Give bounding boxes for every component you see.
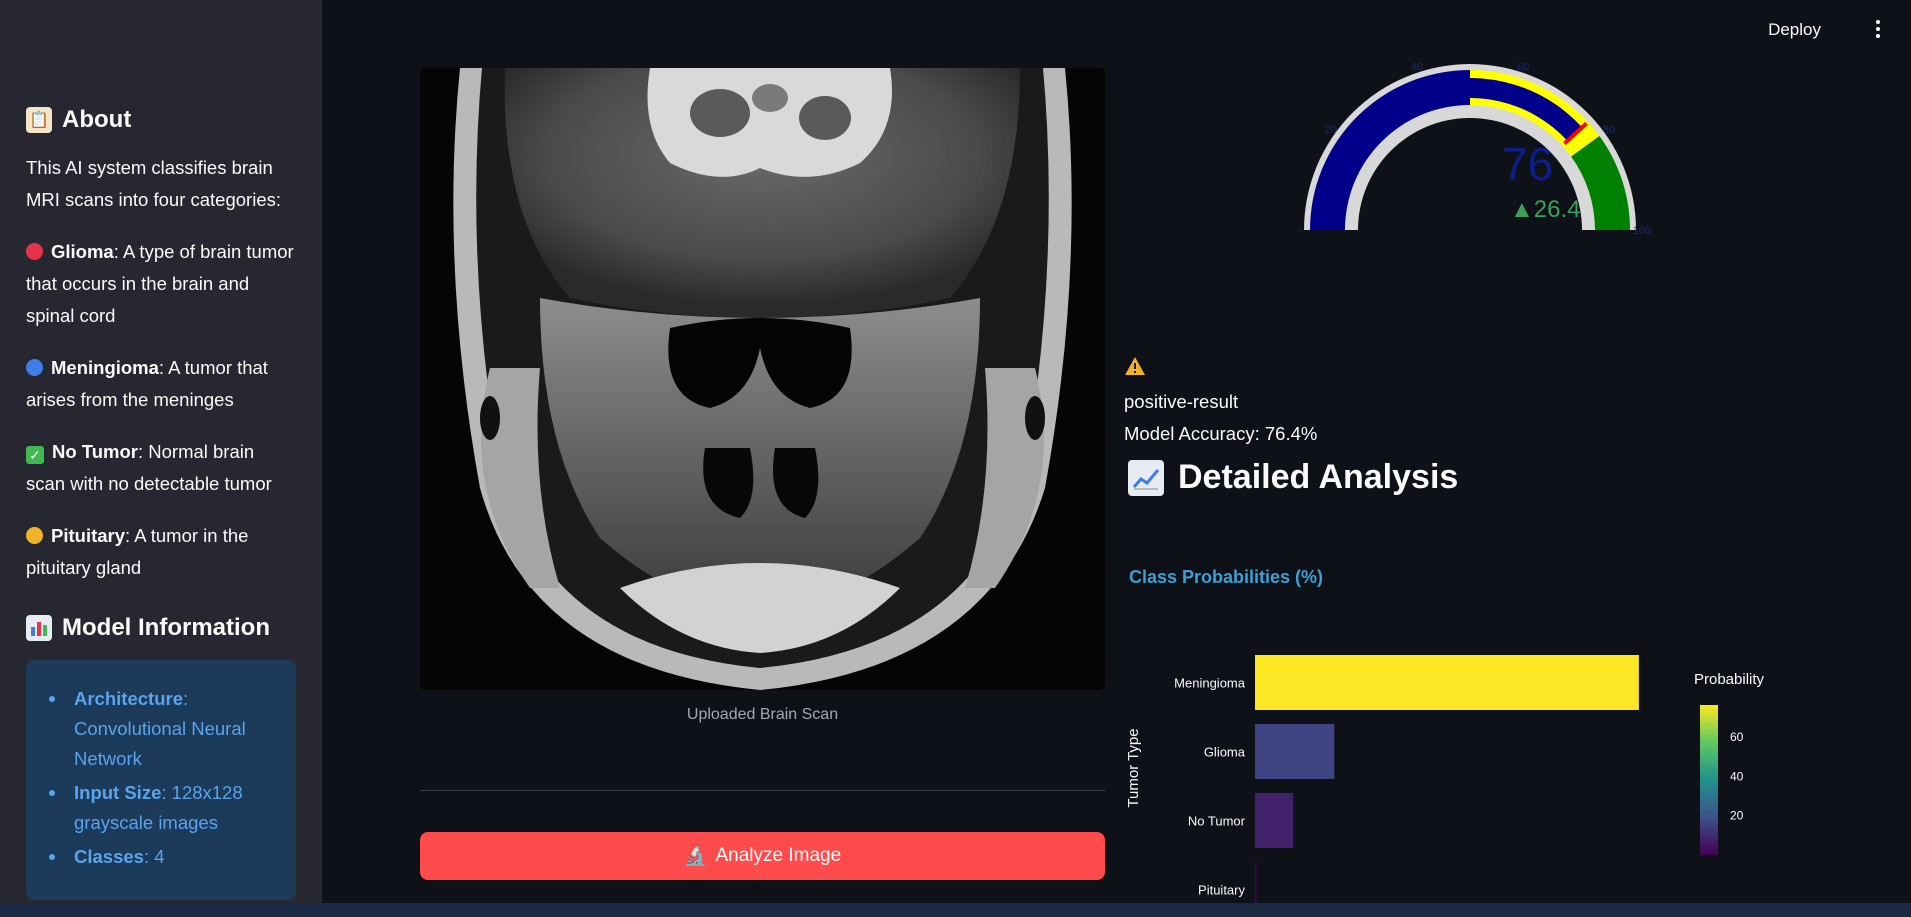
gauge-tick-label: 40 [1411,61,1423,73]
analyze-image-button[interactable]: 🔬 Analyze Image [420,832,1105,880]
chart-increasing-icon [1128,459,1164,496]
chart-title: Class Probabilities (%) [1129,567,1324,587]
divider [420,790,1105,791]
class-item-no-tumor: ✓ No Tumor: Normal brain scan with no det… [26,441,272,494]
about-heading: 📋 About [26,106,297,134]
bar-glioma [1255,724,1335,779]
gauge-tick-label: 100 [1633,225,1651,237]
scan-caption: Uploaded Brain Scan [686,706,839,723]
yellow-circle-icon [26,527,43,544]
main-menu-icon[interactable] [1875,18,1881,40]
gauge-delta: ▲26.4 [1510,196,1580,223]
category-label: No Tumor [1188,814,1246,829]
model-info-heading: Model Information [26,614,297,642]
colorbar-tick: 40 [1730,769,1744,783]
red-circle-icon [26,243,43,260]
detailed-analysis-heading: Detailed Analysis [1128,458,1458,497]
gauge-tick-label: 20 [1325,124,1337,136]
bar-chart-svg: Meningioma Glioma No Tumor Pituitary Tumor T… [1125,655,1765,917]
category-label: Meningioma [1174,676,1246,691]
class-item-meningioma: Meningioma: A tumor that arises from the… [26,357,268,410]
model-info-box: Architecture: Convolutional Neural Netwo… [26,660,296,900]
gauge-tick-label: 0 [1300,225,1301,237]
bar-chart-icon [26,615,52,641]
model-info-architecture: Architecture: Convolutional Neural Netwo… [46,684,276,774]
result-status: positive-result [1124,391,1239,412]
bar-no-tumor [1255,793,1294,848]
gauge-svg: 0 20 40 60 80 100 76 ▲26.4 [1295,61,1651,237]
class-item-pituitary: Pituitary: A tumor in the pituitary glan… [26,525,249,578]
category-label: Pituitary [1198,883,1245,898]
top-bar: Deploy [322,0,1911,60]
bar-pituitary [1255,862,1257,917]
colorbar-title: Probability [1694,671,1765,688]
confidence-gauge: 0 20 40 60 80 100 76 ▲26.4 [1295,60,1660,245]
microscope-icon: 🔬 [683,846,708,867]
model-info-classes: Classes: 4 [46,842,276,872]
clipboard-icon: 📋 [26,107,52,133]
y-axis-label: Tumor Type [1125,728,1142,807]
colorbar-tick: 20 [1730,809,1744,823]
gauge-tick-label: 80 [1603,124,1615,136]
warning-icon [1124,356,1146,381]
model-info-input-size: Input Size: 128x128 grayscale images [46,778,276,838]
class-probability-chart: Meningioma Glioma No Tumor Pituitary Tumor T… [1120,640,1800,917]
gauge-tick-label: 60 [1517,61,1529,73]
bar-meningioma [1255,655,1639,710]
sidebar: 📋 About This AI system classifies brain … [0,0,322,903]
deploy-button[interactable]: Deploy [1768,20,1821,40]
model-accuracy: Model Accuracy: 76.4% [1124,423,1318,444]
check-mark-icon: ✓ [26,446,44,464]
colorbar-tick: 60 [1730,730,1744,744]
category-label: Glioma [1204,745,1246,760]
bottom-strip [0,903,1911,917]
brain-scan-image [420,68,1105,690]
colorbar [1700,705,1718,855]
gauge-value: 76 [1502,138,1553,190]
class-item-glioma: Glioma: A type of brain tumor that occur… [26,241,294,326]
blue-circle-icon [26,359,43,376]
about-text: This AI system classifies brain MRI scan… [26,157,281,210]
result-block: positive-result Model Accuracy: 76.4% [1124,386,1317,450]
